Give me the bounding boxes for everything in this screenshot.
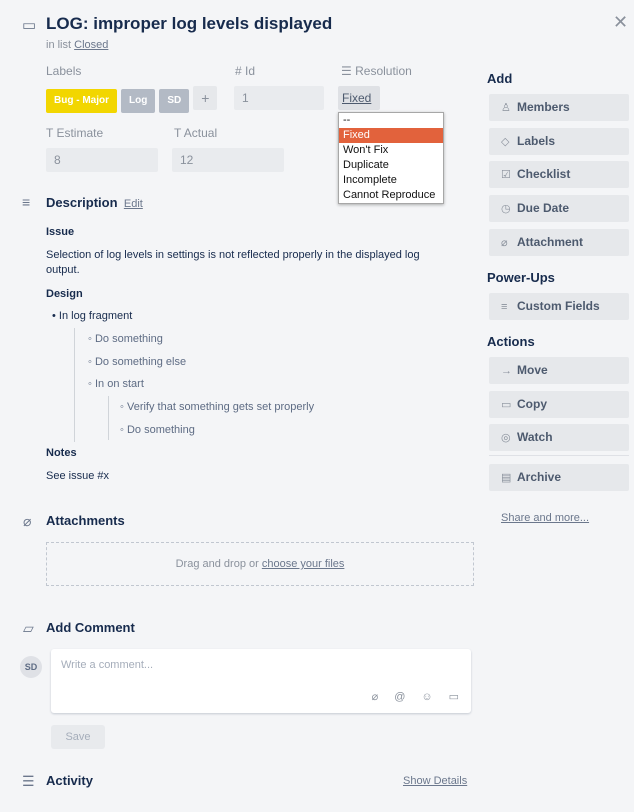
sidebar-divider [489,455,629,456]
resolution-select[interactable]: Fixed [338,86,380,110]
dropzone-text: Drag and drop or [175,558,259,570]
description-icon: ≡ [22,194,31,210]
id-header: # Id [235,64,256,78]
sidebar-members-button[interactable]: ♙ Members [489,94,629,121]
choose-files-link[interactable]: choose your files [262,558,345,570]
id-field[interactable]: 1 [234,86,324,110]
dropdown-option[interactable]: Duplicate [339,158,443,173]
add-label-button[interactable]: + [193,86,218,110]
checkbox-icon: ☑ [501,169,511,181]
activity-header: Activity [46,773,93,788]
sidebar-actions-header: Actions [487,334,535,349]
list-item-l1: • In log fragment [52,310,133,322]
resolution-header: Resolution [355,64,412,78]
text-type-icon: T [174,126,182,140]
paperclip-icon: ⌀ [23,513,32,529]
sidebar-archive-button[interactable]: ▤ Archive [489,464,629,491]
list-item-l2c: ◦ In on start [88,378,144,390]
list-link[interactable]: Closed [74,39,108,51]
sidebar-powerups-header: Power-Ups [487,270,555,285]
list-lines-icon: ☰ [341,64,352,78]
dropdown-option[interactable]: Won't Fix [339,143,443,158]
paperclip-icon: ⌀ [501,237,508,249]
in-list-prefix: in list [46,39,72,51]
sidebar-copy-button[interactable]: ▭ Copy [489,391,629,418]
sidebar-attachment-button[interactable]: ⌀ Attachment [489,229,629,256]
sidebar-custom-fields-button[interactable]: ≡ Custom Fields [489,293,629,320]
actual-field[interactable]: 12 [172,148,284,172]
in-list-line: in list Closed [46,39,108,51]
notes-text: See issue #x [46,470,109,482]
emoji-icon[interactable]: ☺ [421,691,448,703]
text-type-icon: T [46,126,54,140]
actual-header-wrap: T Actual [174,126,217,140]
actual-header: Actual [183,126,218,140]
card-icon: ▭ [22,17,37,34]
labels-row: Bug - Major Log SD + [46,86,221,113]
estimate-header-wrap: T Estimate [46,126,103,140]
label-sd[interactable]: SD [159,89,190,113]
dropdown-option[interactable]: Incomplete [339,173,443,188]
list-item-l2b: ◦ Do something else [88,356,187,368]
sidebar-checklist-button[interactable]: ☑ Checklist [489,161,629,188]
avatar: SD [20,656,42,678]
eye-icon: ◎ [501,432,511,444]
archive-icon: ▤ [501,472,512,484]
description-edit-link[interactable]: Edit [124,198,143,210]
list-item-l3a: ◦ Verify that something gets set properl… [120,401,315,413]
save-button[interactable]: Save [51,725,105,749]
mention-icon[interactable]: @ [394,691,421,703]
dropdown-option-selected[interactable]: Fixed [339,128,443,143]
resolution-header-wrap: ☰ Resolution [341,64,412,78]
dropdown-option[interactable]: Cannot Reproduce [339,188,443,203]
attachments-header: Attachments [46,513,125,528]
comment-box[interactable]: Write a comment... ⌀@☺▭ [51,649,471,713]
sidebar-move-button[interactable]: → Move [489,357,629,384]
dropdown-option[interactable]: -- [339,113,443,128]
card-title[interactable]: LOG: improper log levels displayed [46,14,332,34]
list-item-l3b: ◦ Do something [120,424,195,436]
copy-icon: ▭ [501,399,512,411]
share-and-more-link[interactable]: Share and more... [501,512,589,524]
add-comment-header: Add Comment [46,620,135,635]
resolution-dropdown[interactable]: -- Fixed Won't Fix Duplicate Incomplete … [338,112,444,204]
comment-placeholder[interactable]: Write a comment... [61,659,153,671]
card-link-icon[interactable]: ▭ [449,691,459,703]
issue-heading: Issue [46,226,75,238]
label-log[interactable]: Log [121,89,156,113]
description-header: Description [46,195,118,210]
list-item-l2a: ◦ Do something [88,333,163,345]
description-header-wrap: Description Edit [46,195,143,210]
notes-heading: Notes [46,447,77,459]
sidebar-add-header: Add [487,71,513,86]
label-bug-major[interactable]: Bug - Major [46,89,117,113]
estimate-header: Estimate [56,126,104,140]
comment-toolbar: ⌀@☺▭ [372,690,459,703]
sidebar-due-date-button[interactable]: ◷ Due Date [489,195,629,222]
labels-header: Labels [46,64,82,78]
design-heading: Design [46,288,83,300]
activity-icon: ☰ [22,773,35,789]
estimate-field[interactable]: 8 [46,148,158,172]
tag-icon: ◇ [501,136,510,148]
person-icon: ♙ [501,102,511,114]
show-details-link[interactable]: Show Details [403,775,467,787]
nested-list-line [74,328,75,442]
issue-text: Selection of log levels in settings is n… [46,249,420,276]
sidebar-labels-button[interactable]: ◇ Labels [489,128,629,155]
close-icon[interactable]: ✕ [613,12,628,33]
attach-icon[interactable]: ⌀ [372,691,395,703]
sidebar-watch-button[interactable]: ◎ Watch [489,424,629,451]
nested-list-line [108,396,109,440]
clock-icon: ◷ [501,203,511,215]
arrow-right-icon: → [501,365,512,377]
comment-icon: ▱ [23,620,34,636]
attachment-dropzone[interactable]: Drag and drop or choose your files [46,542,474,586]
fields-icon: ≡ [501,301,508,313]
